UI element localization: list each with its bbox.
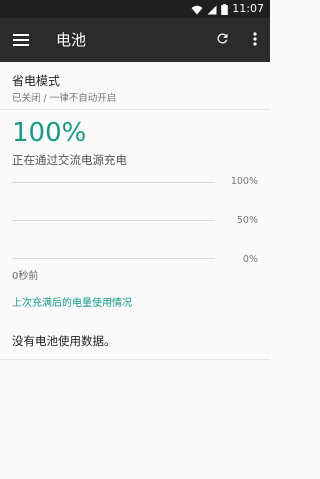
graph-label-100: 100%	[230, 176, 258, 187]
status-icons: 11:07	[191, 0, 264, 18]
menu-icon	[13, 31, 29, 50]
no-usage-data: 没有电池使用数据。	[0, 322, 270, 360]
graph-gridline	[12, 220, 215, 221]
more-options-button[interactable]	[243, 28, 267, 52]
refresh-icon	[215, 31, 230, 50]
refresh-button[interactable]	[210, 28, 234, 52]
page-title: 电池	[56, 31, 87, 49]
signal-icon	[207, 0, 217, 19]
battery-percentage: 100%	[12, 118, 87, 148]
more-vert-icon	[253, 31, 257, 50]
status-bar: 11:07	[0, 0, 270, 18]
graph-gridline	[12, 258, 215, 259]
battery-graph: 100% 50% 0%	[12, 175, 264, 270]
graph-gridline	[12, 182, 215, 183]
wifi-icon	[191, 0, 203, 19]
battery-icon	[221, 0, 229, 19]
graph-label-0: 0%	[242, 254, 258, 265]
status-time: 11:07	[232, 2, 264, 15]
graph-label-50: 50%	[236, 215, 258, 226]
graph-time-label: 0秒前	[12, 271, 39, 282]
no-usage-data-text: 没有电池使用数据。	[12, 334, 116, 348]
battery-saver-item[interactable]: 省电模式 已关闭 / 一律不自动开启	[0, 62, 270, 110]
app-bar: 电池	[0, 18, 270, 62]
battery-saver-status: 已关闭 / 一律不自动开启	[12, 93, 117, 104]
usage-since-full-charge-link[interactable]: 上次充满后的电量使用情况	[12, 294, 132, 309]
menu-button[interactable]	[9, 28, 33, 52]
battery-saver-title: 省电模式	[12, 74, 61, 88]
charging-status: 正在通过交流电源充电	[12, 153, 127, 167]
